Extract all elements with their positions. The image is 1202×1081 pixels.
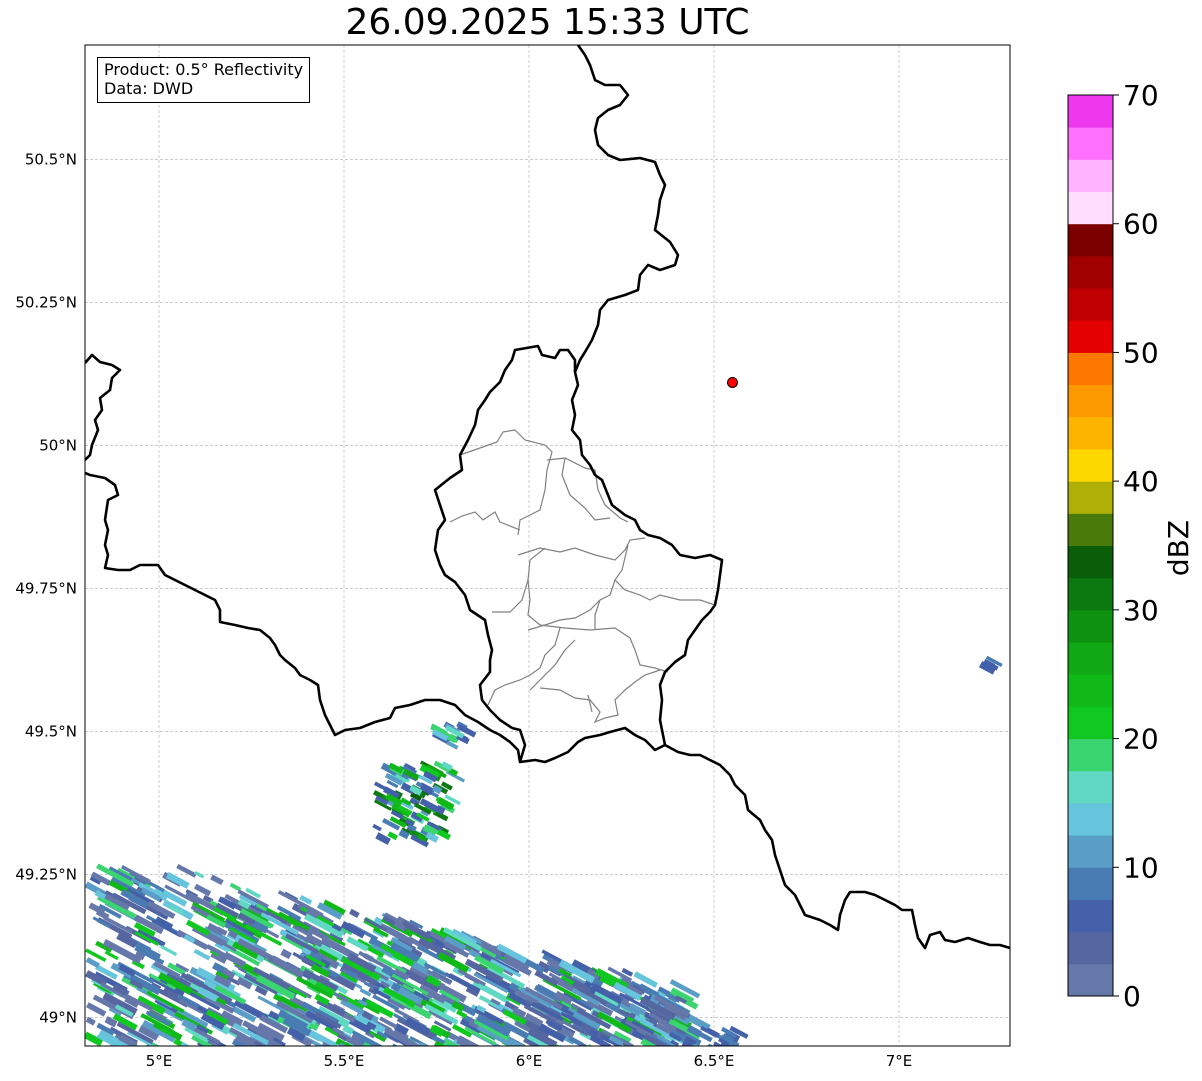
colorbar-segment	[1068, 802, 1113, 836]
colorbar-segment	[1068, 513, 1113, 546]
colorbar-tick-label: 60	[1123, 208, 1159, 241]
lat-tick-label: 50.25°N	[15, 293, 77, 311]
colorbar-tick-label: 10	[1123, 851, 1159, 884]
radar-site-marker	[727, 376, 738, 388]
colorbar-segment	[1068, 577, 1113, 611]
colorbar-segment	[1068, 288, 1113, 321]
colorbar-segment	[1068, 609, 1113, 643]
echo-pixel	[601, 1045, 616, 1046]
lat-tick-label: 50°N	[39, 436, 77, 454]
data-source-text: Data: DWD	[104, 79, 194, 98]
lon-tick-label: 6.5°E	[694, 1052, 735, 1070]
colorbar-tick-label: 0	[1123, 980, 1141, 1013]
colorbar-segment	[1068, 835, 1113, 868]
product-text: Product: 0.5° Reflectivity	[104, 60, 304, 79]
colorbar-segment	[1068, 931, 1113, 965]
echo-pixel	[239, 1045, 251, 1046]
colorbar-tick-label: 50	[1123, 336, 1159, 369]
colorbar-segment	[1068, 899, 1113, 933]
echo-pixel	[181, 1045, 211, 1046]
lat-tick-label: 49.75°N	[15, 579, 77, 597]
colorbar-tick-label: 40	[1123, 465, 1159, 498]
product-info-box: Product: 0.5° Reflectivity Data: DWD	[97, 57, 311, 103]
colorbar-segment	[1068, 706, 1113, 740]
echo-pixel	[564, 1045, 581, 1046]
lat-tick-label: 49°N	[39, 1008, 77, 1026]
lat-tick-label: 49.25°N	[15, 865, 77, 883]
colorbar-segment	[1068, 191, 1113, 225]
colorbar-segment	[1068, 255, 1113, 289]
lon-tick-label: 5°E	[146, 1052, 173, 1070]
colorbar-segment	[1068, 384, 1113, 418]
colorbar-segment	[1068, 674, 1113, 707]
echo-pixel	[380, 1045, 402, 1046]
lon-tick-label: 7°E	[886, 1052, 913, 1070]
colorbar-segment	[1068, 770, 1113, 804]
colorbar-segment	[1068, 127, 1113, 160]
colorbar-segment	[1068, 867, 1113, 900]
colorbar-segment	[1068, 352, 1113, 386]
echo-pixel	[196, 1045, 212, 1046]
colorbar-segment	[1068, 545, 1113, 579]
colorbar-segment	[1068, 642, 1113, 675]
echo-pixel	[123, 1045, 148, 1046]
lat-tick-label: 49.5°N	[25, 722, 77, 740]
colorbar-segment	[1068, 416, 1113, 450]
radar-figure: 5°E 5.5°E 6°E 6.5°E 7°E 50.5°N 50.25°N 50°N 49.7…	[15, 44, 1195, 1070]
lon-tick-label: 5.5°E	[324, 1052, 365, 1070]
colorbar-segment	[1068, 95, 1113, 128]
colorbar-segment	[1068, 159, 1113, 193]
echo-pixel	[558, 1045, 583, 1046]
colorbar-label: dBZ	[1162, 520, 1195, 576]
colorbar-segment	[1068, 738, 1113, 772]
colorbar-segment	[1068, 320, 1113, 353]
colorbar-tick-label: 30	[1123, 594, 1159, 627]
colorbar: 0 10 20 30 40 50 60 70	[1067, 79, 1159, 1013]
colorbar-tick-label: 20	[1123, 723, 1159, 756]
echo-pixel	[107, 1044, 142, 1046]
colorbar-segment	[1068, 963, 1113, 997]
colorbar-segment	[1068, 448, 1113, 482]
colorbar-segment	[1068, 481, 1113, 514]
lon-tick-label: 6°E	[516, 1052, 543, 1070]
map-frame-background	[85, 45, 1010, 1046]
colorbar-segment	[1068, 223, 1113, 257]
colorbar-tick-label: 70	[1123, 79, 1159, 112]
lat-tick-label: 50.5°N	[25, 150, 77, 168]
echo-pixel	[553, 1043, 587, 1046]
